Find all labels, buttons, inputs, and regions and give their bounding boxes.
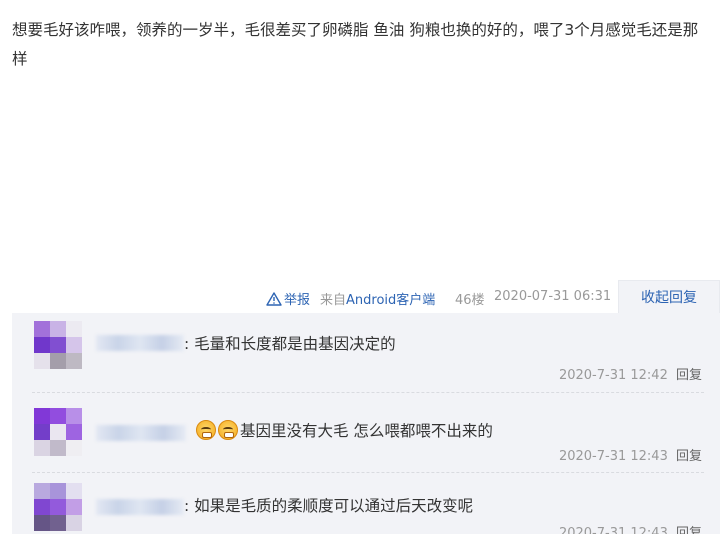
post-meta-bar: 举报 来自Android客户端 46楼 2020-07-31 06:31 收起回… xyxy=(0,280,720,316)
reply-button[interactable]: 回复 xyxy=(676,526,702,534)
post-content: 想要毛好该咋喂，领养的一岁半，毛很差买了卵磷脂 鱼油 狗粮也换的好的，喂了3个月… xyxy=(12,21,699,68)
reply-footer: 2020-7-31 12:43 回复 xyxy=(559,522,702,534)
reply-item: : 毛量和长度都是由基因决定的 2020-7-31 12:42 回复 xyxy=(12,313,720,393)
reply-footer: 2020-7-31 12:43 回复 xyxy=(559,445,702,464)
reply-time: 2020-7-31 12:43 xyxy=(558,449,668,464)
warning-icon xyxy=(266,291,282,306)
reply-item: 基因里没有大毛 怎么喂都喂不出来的 2020-7-31 12:43 回复 xyxy=(12,393,720,473)
reply-time: 2020-7-31 12:42 xyxy=(558,368,668,383)
reply-content: 基因里没有大毛 怎么喂都喂不出来的 xyxy=(196,419,493,441)
reply-panel: : 毛量和长度都是由基因决定的 2020-7-31 12:42 回复 基因里没有… xyxy=(12,313,720,534)
reply-text: 基因里没有大毛 怎么喂都喂不出来的 xyxy=(240,422,493,440)
reply-time: 2020-7-31 12:43 xyxy=(558,526,668,534)
floor-number: 46楼 xyxy=(455,293,485,308)
reply-content: : 如果是毛质的柔顺度可以通过后天改变呢 xyxy=(184,494,473,516)
user-name-blurred[interactable] xyxy=(96,335,184,351)
source-prefix: 来自 xyxy=(320,293,347,308)
laughing-face-icon xyxy=(218,420,238,440)
laughing-face-icon xyxy=(196,420,216,440)
post-source: 来自Android客户端 xyxy=(320,289,435,308)
reply-colon: : xyxy=(184,497,190,515)
reply-footer: 2020-7-31 12:42 回复 xyxy=(559,364,702,383)
user-name-blurred[interactable] xyxy=(96,425,186,441)
reply-text: 如果是毛质的柔顺度可以通过后天改变呢 xyxy=(194,497,474,515)
avatar[interactable] xyxy=(34,408,82,456)
source-client-link[interactable]: Android客户端 xyxy=(346,293,435,308)
reply-colon: : xyxy=(184,335,190,353)
report-label: 举报 xyxy=(284,293,311,308)
user-name-blurred[interactable] xyxy=(96,499,184,515)
reply-button[interactable]: 回复 xyxy=(676,449,702,464)
post-time: 2020-07-31 06:31 xyxy=(494,289,612,304)
avatar[interactable] xyxy=(34,483,82,531)
reply-item: : 如果是毛质的柔顺度可以通过后天改变呢 2020-7-31 12:43 回复 xyxy=(12,473,720,534)
avatar[interactable] xyxy=(34,321,82,369)
reply-button[interactable]: 回复 xyxy=(676,368,702,383)
reply-content: : 毛量和长度都是由基因决定的 xyxy=(184,332,396,354)
collapse-replies-button[interactable]: 收起回复 xyxy=(618,280,720,316)
reply-text: 毛量和长度都是由基因决定的 xyxy=(194,335,396,353)
report-link[interactable]: 举报 xyxy=(266,289,310,308)
